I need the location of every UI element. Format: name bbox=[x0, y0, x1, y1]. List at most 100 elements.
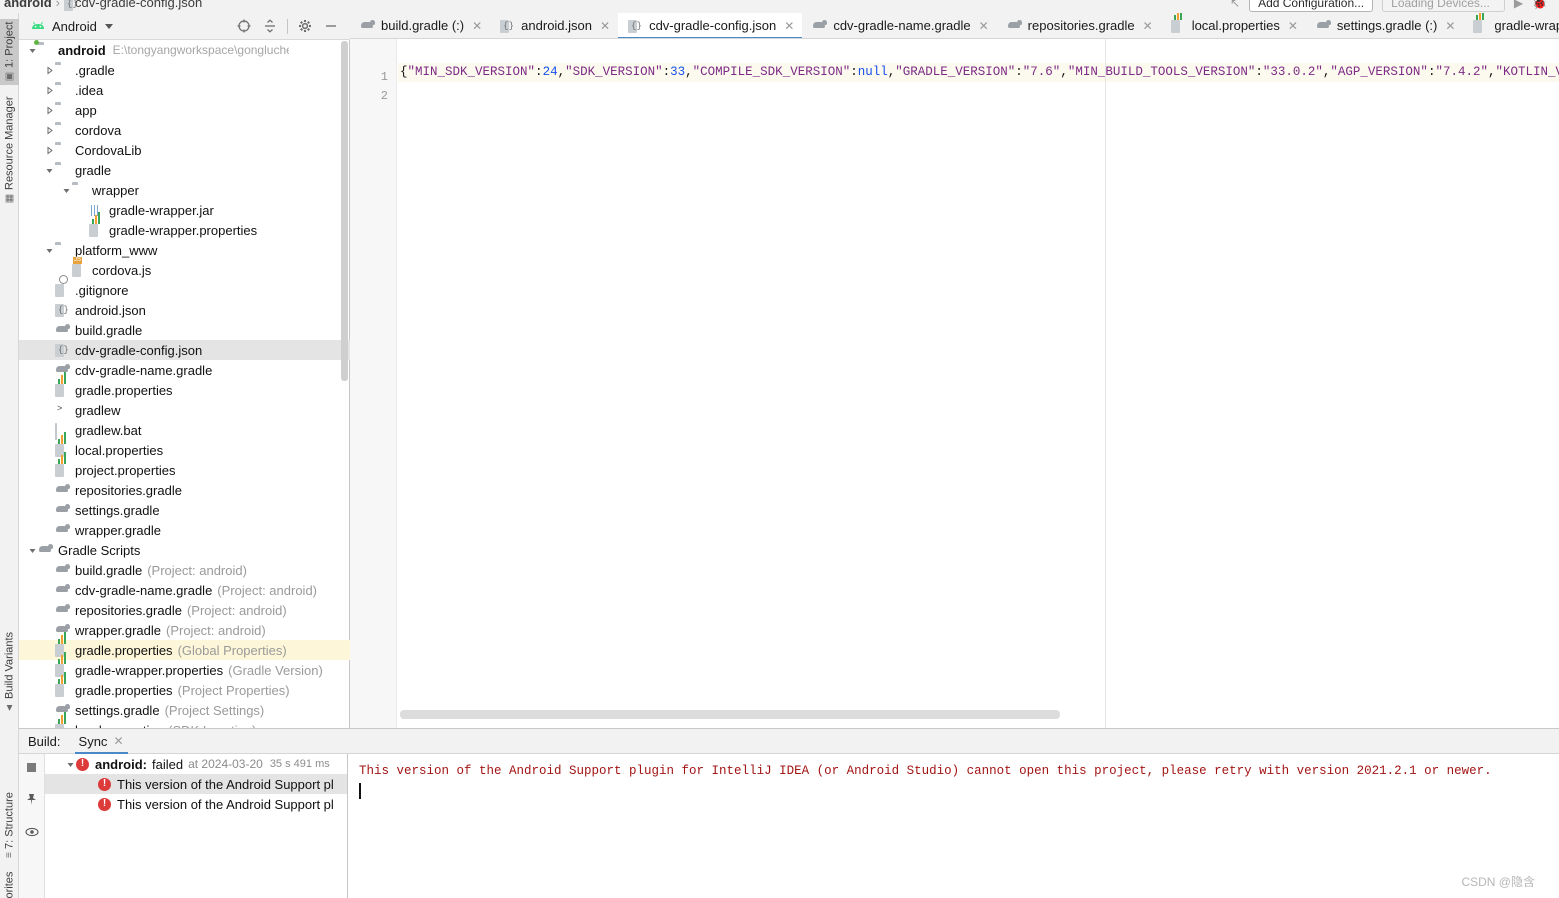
close-icon[interactable]: ✕ bbox=[1445, 19, 1455, 33]
tool-window-structure[interactable]: ≡ 7: Structure bbox=[0, 783, 19, 867]
editor-tab[interactable]: cdv-gradle-name.gradle ✕ bbox=[802, 13, 996, 38]
tree-row[interactable]: android E:\tongyangworkspace\gongluchenfu… bbox=[19, 40, 350, 60]
tool-window-project[interactable]: ▣ 1: Project bbox=[0, 19, 19, 85]
json-file-icon-wrap bbox=[55, 343, 70, 357]
editor-code-area[interactable]: {"MIN_SDK_VERSION":24,"SDK_VERSION":33,"… bbox=[398, 39, 1559, 728]
close-icon[interactable]: ✕ bbox=[784, 19, 794, 33]
chevron-down-icon[interactable] bbox=[65, 759, 76, 770]
tree-row[interactable]: gradle-wrapper.properties bbox=[19, 212, 350, 240]
tree-row[interactable]: .gitignore bbox=[19, 280, 350, 300]
back-arrow-icon[interactable]: ↖ bbox=[1230, 0, 1240, 10]
tree-row[interactable]: settings.gradle bbox=[19, 500, 350, 520]
project-view-selector-label[interactable]: Android bbox=[52, 19, 97, 34]
tree-row[interactable]: build.gradle (Project: android) bbox=[19, 560, 350, 580]
build-message-tree[interactable]: android: failed at 2024-03-20 35 s 491 ms Th… bbox=[45, 754, 348, 898]
tree-row[interactable]: project.properties bbox=[19, 452, 350, 480]
tree-row[interactable]: gradle.properties (Project Properties) bbox=[19, 672, 350, 700]
chevron-right-icon[interactable] bbox=[44, 65, 55, 76]
tree-row[interactable]: cdv-gradle-name.gradle bbox=[19, 360, 350, 380]
tree-row[interactable]: wrapper.gradle (Project: android) bbox=[19, 620, 350, 640]
tree-row[interactable]: gradlew bbox=[19, 400, 350, 420]
chevron-down-icon[interactable] bbox=[44, 165, 55, 176]
chevron-right-icon[interactable] bbox=[44, 105, 55, 116]
add-configuration-button[interactable]: Add Configuration... bbox=[1249, 0, 1374, 12]
tree-row-label: cdv-gradle-config.json bbox=[75, 342, 203, 358]
tree-row[interactable]: Gradle Scripts bbox=[19, 540, 350, 560]
close-icon[interactable]: ✕ bbox=[600, 19, 610, 33]
chevron-down-icon[interactable] bbox=[44, 245, 55, 256]
tool-window-build-variants[interactable]: ▲ Build Variants bbox=[0, 626, 19, 718]
chevron-right-icon[interactable] bbox=[44, 145, 55, 156]
tree-row[interactable]: cordova.js bbox=[19, 260, 350, 280]
build-message-row[interactable]: android: failed at 2024-03-20 35 s 491 ms bbox=[45, 754, 347, 774]
hide-panel-icon[interactable] bbox=[318, 14, 344, 38]
project-file-tree[interactable]: android E:\tongyangworkspace\gongluchenfu… bbox=[19, 40, 350, 728]
tree-row-sublabel: (Global Properties) bbox=[177, 642, 287, 658]
editor-tab[interactable]: settings.gradle (:) ✕ bbox=[1306, 13, 1464, 38]
debug-icon[interactable]: 🐞 bbox=[1532, 0, 1547, 10]
editor-tab[interactable]: local.properties ✕ bbox=[1161, 13, 1306, 38]
tree-row[interactable]: repositories.gradle bbox=[19, 480, 350, 500]
close-icon[interactable]: ✕ bbox=[1288, 19, 1298, 33]
project-panel-scrollbar[interactable] bbox=[341, 41, 348, 381]
build-log-view[interactable]: This version of the Android Support plug… bbox=[348, 754, 1559, 898]
breadcrumb-file[interactable]: cdv-gradle-config.json bbox=[75, 0, 202, 10]
editor-tab[interactable]: repositories.gradle ✕ bbox=[997, 13, 1161, 38]
editor-horizontal-scrollbar[interactable] bbox=[400, 710, 1060, 719]
close-icon[interactable]: ✕ bbox=[979, 19, 989, 33]
close-icon[interactable]: ✕ bbox=[472, 19, 482, 33]
chevron-right-icon[interactable] bbox=[44, 125, 55, 136]
tree-row[interactable]: gradle-wrapper.properties (Gradle Version… bbox=[19, 652, 350, 680]
run-icon[interactable]: ▶ bbox=[1514, 0, 1523, 10]
tree-row[interactable]: cdv-gradle-name.gradle (Project: android) bbox=[19, 580, 350, 600]
tool-window-favorites[interactable]: vorites bbox=[0, 865, 19, 898]
stop-icon[interactable] bbox=[26, 762, 37, 776]
build-message-row[interactable]: This version of the Android Support pl bbox=[45, 774, 347, 794]
code-token: "KOTLIN_VERSION" bbox=[1495, 65, 1559, 79]
build-message-label: This version of the Android Support pl bbox=[117, 796, 334, 812]
editor-tab[interactable]: gradle-wrapper.p✕ bbox=[1463, 13, 1559, 38]
editor-tab[interactable]: android.json ✕ bbox=[490, 13, 618, 38]
tree-row[interactable]: .idea bbox=[19, 80, 350, 100]
build-tab-sync[interactable]: Sync ✕ bbox=[74, 728, 128, 754]
tree-row[interactable]: cdv-gradle-config.json bbox=[19, 340, 350, 360]
editor-tab[interactable]: build.gradle (:) ✕ bbox=[350, 13, 490, 38]
pin-icon[interactable] bbox=[25, 793, 38, 809]
tree-row[interactable]: platform_www bbox=[19, 240, 350, 260]
tree-row[interactable]: local.properties(SDK Location) bbox=[19, 712, 350, 728]
tree-row[interactable]: gradlew.bat bbox=[19, 420, 350, 440]
close-icon[interactable]: ✕ bbox=[113, 734, 123, 748]
tree-row[interactable]: repositories.gradle (Project: android) bbox=[19, 600, 350, 620]
chevron-right-icon[interactable] bbox=[44, 85, 55, 96]
tree-row[interactable]: gradle.properties bbox=[19, 372, 350, 400]
tree-row[interactable]: local.properties bbox=[19, 432, 350, 460]
build-message-row[interactable]: This version of the Android Support pl bbox=[45, 794, 347, 814]
tree-row[interactable]: .gradle bbox=[19, 60, 350, 80]
tree-row-label: .gitignore bbox=[75, 282, 129, 298]
eye-icon[interactable] bbox=[24, 826, 39, 840]
editor-tab-bar[interactable]: build.gradle (:) ✕ android.json ✕ cdv-gradle… bbox=[350, 13, 1559, 39]
tree-row[interactable]: gradle.properties (Global Properties) bbox=[19, 632, 350, 660]
chevron-down-icon[interactable] bbox=[27, 45, 38, 56]
close-icon[interactable]: ✕ bbox=[1143, 19, 1153, 33]
collapse-all-icon[interactable] bbox=[257, 14, 283, 38]
settings-gear-icon[interactable] bbox=[292, 14, 318, 38]
chevron-down-icon[interactable] bbox=[61, 185, 72, 196]
chevron-down-icon[interactable] bbox=[104, 23, 113, 29]
tree-row[interactable]: android.json bbox=[19, 300, 350, 320]
tree-row[interactable]: wrapper bbox=[19, 180, 350, 200]
tool-window-resource-manager[interactable]: ▦ Resource Manager bbox=[0, 89, 19, 211]
tree-row[interactable]: gradle-wrapper.jar bbox=[19, 200, 350, 220]
breadcrumb-project[interactable]: android bbox=[4, 0, 52, 10]
tree-row[interactable]: cordova bbox=[19, 120, 350, 140]
tree-row[interactable]: gradle bbox=[19, 160, 350, 180]
tree-row[interactable]: CordovaLib bbox=[19, 140, 350, 160]
tree-row[interactable]: wrapper.gradle bbox=[19, 520, 350, 540]
editor-tab[interactable]: cdv-gradle-config.json ✕ bbox=[618, 13, 803, 38]
tree-row[interactable]: app bbox=[19, 100, 350, 120]
chevron-down-icon[interactable] bbox=[27, 545, 38, 556]
tree-row[interactable]: settings.gradle (Project Settings) bbox=[19, 700, 350, 720]
select-opened-file-icon[interactable] bbox=[231, 14, 257, 38]
tree-row[interactable]: build.gradle bbox=[19, 320, 350, 340]
device-selector[interactable]: Loading Devices... bbox=[1382, 0, 1505, 12]
